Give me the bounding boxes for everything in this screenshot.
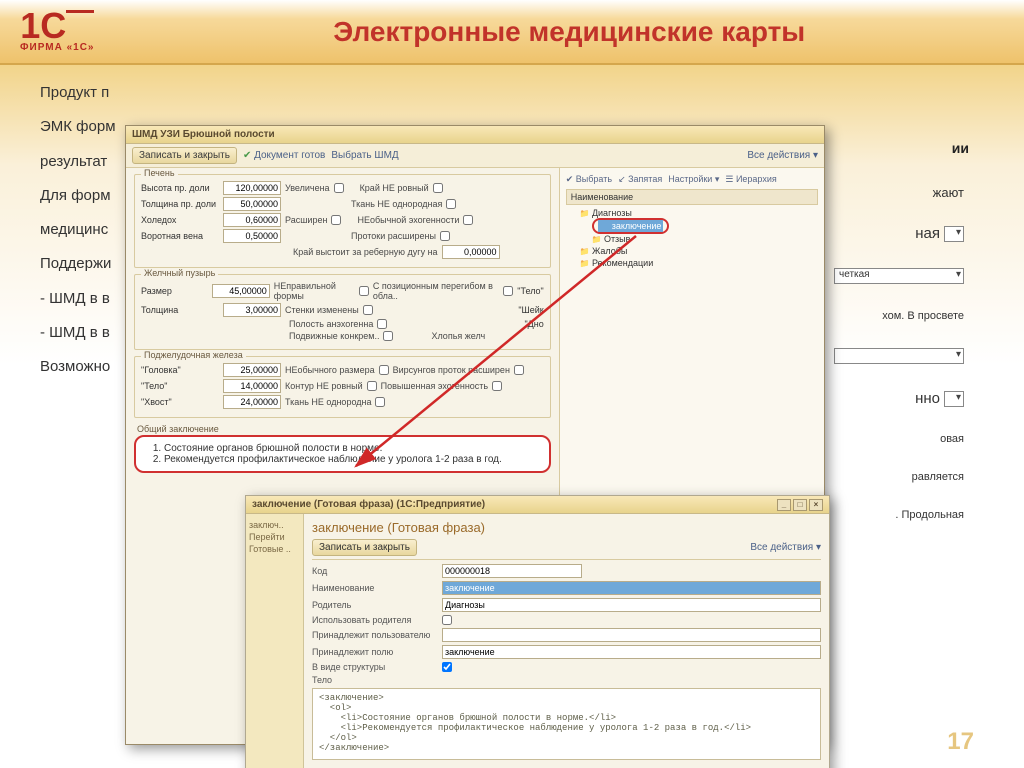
liver-thickness-input[interactable] (223, 197, 281, 211)
liver-enlarged-chk[interactable] (334, 183, 344, 193)
slide-title: Электронные медицинские карты (135, 16, 1005, 48)
panc-size-chk[interactable] (379, 365, 389, 375)
tree-item-zhaloby[interactable]: Жалобы (566, 245, 818, 257)
tree-item-otzyv[interactable]: Отзыв (566, 233, 818, 245)
conclusion-highlight: Состояние органов брюшной полости в норм… (134, 435, 551, 473)
gall-walls-chk[interactable] (363, 305, 373, 315)
right-toolbar: ✔ Выбрать ↙ Запятая Настройки ▾ ☰ Иерарх… (566, 174, 818, 185)
page-number: 17 (947, 728, 974, 756)
winA-titlebar[interactable]: ШМД УЗИ Брюшной полости (126, 126, 824, 144)
panc-tissue-chk[interactable] (375, 397, 385, 407)
name-field[interactable] (442, 581, 821, 595)
panc-body-input[interactable] (223, 379, 281, 393)
bg-select-1[interactable] (944, 226, 964, 242)
code-field[interactable] (442, 564, 582, 578)
winB-all-actions[interactable]: Все действия ▾ (750, 542, 821, 553)
winB-sidebar: заключ.. Перейти Готовые .. (246, 514, 304, 768)
bg-text-jaut: жают (933, 185, 964, 200)
gall-shape-chk[interactable] (359, 286, 369, 296)
tree-header: Наименование (566, 189, 818, 205)
group-liver: Печень Высота пр. доли Увеличена Край НЕ… (134, 174, 551, 268)
group-pancreas: Поджелудочная железа "Головка" НЕобычног… (134, 356, 551, 418)
liver-height-input[interactable] (223, 181, 281, 195)
tree-item-zakl[interactable]: заключение (566, 219, 818, 233)
panc-head-input[interactable] (223, 363, 281, 377)
panc-contour-chk[interactable] (367, 381, 377, 391)
gall-size-input[interactable] (212, 284, 270, 298)
all-actions-link[interactable]: Все действия ▾ (747, 150, 818, 161)
as-struct-chk[interactable] (442, 662, 452, 672)
gall-anecho-chk[interactable] (377, 319, 387, 329)
portal-vein-input[interactable] (223, 229, 281, 243)
panc-echo-chk[interactable] (492, 381, 502, 391)
slide-header: 1C ФИРМА «1С» Электронные медицинские ка… (0, 0, 1024, 65)
group-conclusion: Общий заключение Состояние органов брюшн… (134, 424, 551, 473)
sidebar-item-goto[interactable]: Перейти (249, 532, 300, 542)
winA-toolbar: Записать и закрыть Документ готов Выбрат… (126, 144, 824, 168)
bg-select-3[interactable] (834, 348, 964, 364)
belong-user-field[interactable] (442, 628, 821, 642)
choose-shmd-link[interactable]: Выбрать ШМД (331, 150, 398, 161)
winB-title: заключение (Готовая фраза) (1С:Предприят… (252, 499, 485, 510)
bg-selects-column: ная четкая хом. В просвете нно овая равл… (834, 225, 964, 521)
winB-min-icon[interactable]: _ (777, 499, 791, 511)
bg-select-4[interactable] (944, 391, 964, 407)
doc-ready-link[interactable]: Документ готов (243, 150, 325, 161)
bg-text-ii: ии (952, 140, 969, 156)
body-code-box[interactable]: <заключение> <ol> <li>Состояние органов … (312, 688, 821, 760)
ducts-exp-chk[interactable] (440, 231, 450, 241)
sidebar-item-ready[interactable]: Готовые .. (249, 544, 300, 554)
gall-thickness-input[interactable] (223, 303, 281, 317)
winB-save-close-button[interactable]: Записать и закрыть (312, 539, 417, 556)
gall-stones-chk[interactable] (383, 331, 393, 341)
choledoch-exp-chk[interactable] (331, 215, 341, 225)
panc-tail-input[interactable] (223, 395, 281, 409)
gall-bend-chk[interactable] (503, 286, 513, 296)
liver-tissue-chk[interactable] (446, 199, 456, 209)
parent-field[interactable] (442, 598, 821, 612)
liver-edge-chk[interactable] (433, 183, 443, 193)
save-close-button[interactable]: Записать и закрыть (132, 147, 237, 164)
winB-toolbar: Записать и закрыть Все действия ▾ (312, 539, 821, 560)
winA-title: ШМД УЗИ Брюшной полости (132, 129, 275, 140)
winB-main: заключение (Готовая фраза) Записать и за… (304, 514, 829, 768)
winB-max-icon[interactable]: □ (793, 499, 807, 511)
winB-close-icon[interactable]: × (809, 499, 823, 511)
bg-select-2[interactable]: четкая (834, 268, 964, 284)
choledoch-echo-chk[interactable] (463, 215, 473, 225)
choledoch-input[interactable] (223, 213, 281, 227)
comma-link[interactable]: ↙ Запятая (618, 174, 662, 185)
winB-titlebar[interactable]: заключение (Готовая фраза) (1С:Предприят… (246, 496, 829, 514)
window-phrase-editor: заключение (Готовая фраза) (1С:Предприят… (245, 495, 830, 768)
choose-link[interactable]: ✔ Выбрать (566, 174, 612, 185)
phrase-tree[interactable]: Наименование Диагнозы заключение Отзыв Ж… (566, 189, 818, 269)
use-parent-chk[interactable] (442, 615, 452, 625)
belong-field-field[interactable] (442, 645, 821, 659)
group-gallbladder: Желчный пузырь Размер НЕправильной формы… (134, 274, 551, 350)
settings-link[interactable]: Настройки ▾ (668, 174, 719, 185)
sidebar-item-zakl[interactable]: заключ.. (249, 520, 300, 530)
slide-body: Продукт п ЭМК форм результат Для форм ме… (0, 65, 1024, 768)
hierarchy-link[interactable]: ☰ Иерархия (725, 174, 776, 185)
logo-1c: 1C ФИРМА «1С» (20, 10, 95, 53)
winB-content-title: заключение (Готовая фраза) (312, 520, 821, 535)
rib-edge-input[interactable] (442, 245, 500, 259)
tree-item-rekom[interactable]: Рекомендации (566, 257, 818, 269)
panc-wirsung-chk[interactable] (514, 365, 524, 375)
